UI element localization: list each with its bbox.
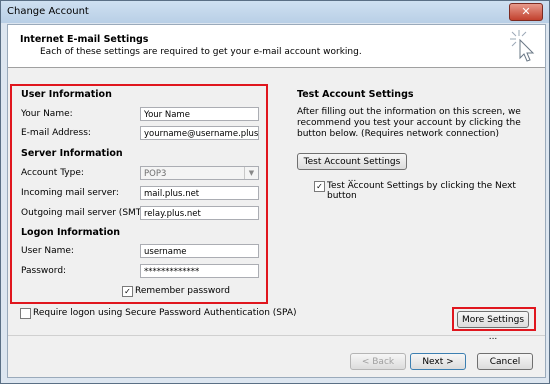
your-name-field[interactable]: Your Name	[140, 107, 259, 121]
spa-label: Require logon using Secure Password Auth…	[33, 308, 297, 318]
header-subtitle: Each of these settings are required to g…	[40, 47, 362, 57]
account-type-select: POP3 ▼	[140, 166, 259, 180]
test-on-next-label: Test Account Settings by clicking the Ne…	[327, 181, 516, 201]
cursor-sparkle-icon	[510, 30, 535, 62]
test-settings-description: After filling out the information on thi…	[297, 107, 521, 139]
dialog-header: Internet E-mail Settings Each of these s…	[8, 25, 545, 68]
dialog-content: Internet E-mail Settings Each of these s…	[7, 24, 546, 378]
test-account-settings-button[interactable]: Test Account Settings ...	[297, 153, 407, 184]
footer-divider	[8, 335, 545, 336]
more-settings-button[interactable]: More Settings ...	[457, 311, 529, 342]
outgoing-server-label: Outgoing mail server (SMTP):	[21, 208, 154, 218]
close-button[interactable]: ✕	[509, 3, 543, 21]
remember-password-label: Remember password	[135, 286, 230, 296]
password-label: Password:	[21, 266, 67, 276]
test-settings-title: Test Account Settings	[297, 89, 414, 100]
email-field[interactable]: yourname@username.plus.com	[140, 126, 259, 140]
window-title: Change Account	[7, 6, 89, 17]
account-type-label: Account Type:	[21, 168, 84, 178]
outgoing-server-field[interactable]: relay.plus.net	[140, 206, 259, 220]
user-info-title: User Information	[21, 89, 112, 100]
server-info-title: Server Information	[21, 148, 123, 159]
spa-checkbox[interactable]	[20, 308, 31, 319]
back-button[interactable]: < Back	[350, 353, 406, 370]
change-account-window: Change Account ✕ Internet E-mail Setting…	[0, 0, 550, 384]
chevron-down-icon: ▼	[244, 167, 258, 179]
password-field[interactable]: *************	[140, 264, 259, 278]
your-name-label: Your Name:	[21, 109, 73, 119]
account-type-value: POP3	[144, 169, 167, 179]
incoming-server-label: Incoming mail server:	[21, 188, 119, 198]
header-title: Internet E-mail Settings	[20, 34, 149, 45]
next-button[interactable]: Next >	[410, 353, 466, 370]
title-bar: Change Account ✕	[1, 1, 549, 23]
remember-password-checkbox[interactable]: ✓	[122, 286, 133, 297]
incoming-server-field[interactable]: mail.plus.net	[140, 186, 259, 200]
test-on-next-checkbox[interactable]: ✓	[314, 181, 325, 192]
cancel-button[interactable]: Cancel	[477, 353, 533, 370]
email-label: E-mail Address:	[21, 128, 91, 138]
logon-info-title: Logon Information	[21, 227, 121, 238]
username-field[interactable]: username	[140, 244, 259, 258]
username-label: User Name:	[21, 246, 74, 256]
